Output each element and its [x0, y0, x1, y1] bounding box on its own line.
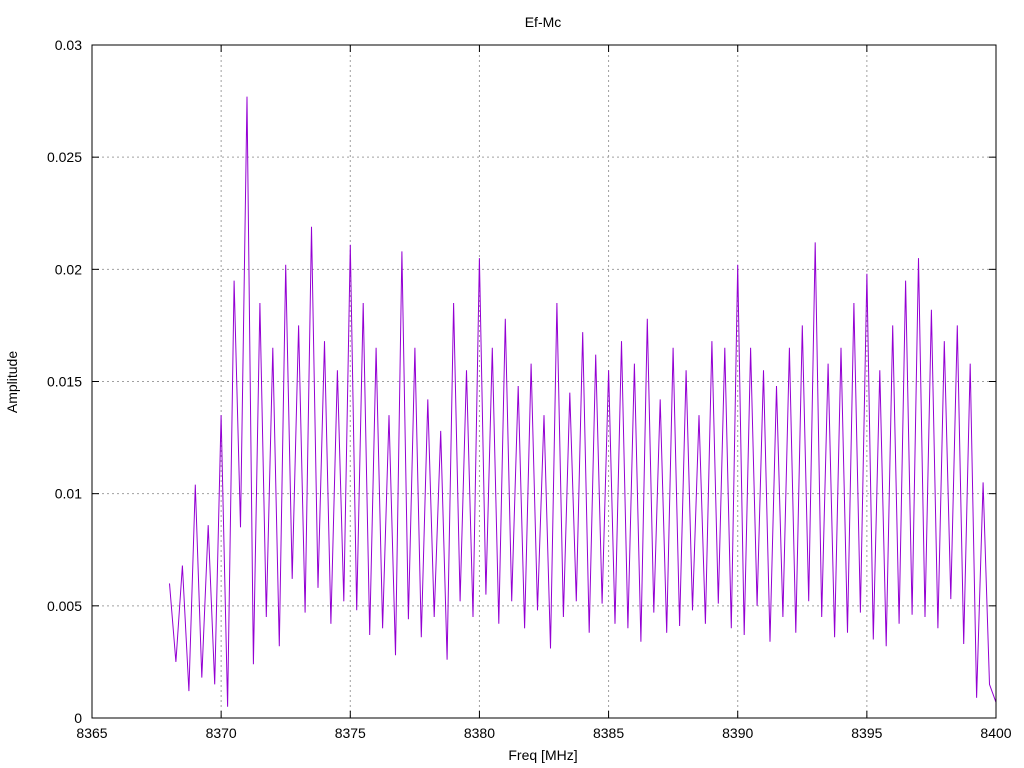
y-tick-label: 0.025	[47, 149, 82, 165]
x-tick-label: 8400	[980, 725, 1011, 741]
chart-svg: 8365 8370 8375 8380 8385 8390 8395 8400 0 0.005 0.…	[4, 14, 1012, 763]
y-tick-label: 0.015	[47, 374, 82, 390]
y-axis-label: Amplitude	[4, 351, 20, 413]
y-tick-label: 0.005	[47, 598, 82, 614]
x-tick-label: 8385	[593, 725, 624, 741]
x-tick-label: 8370	[206, 725, 237, 741]
x-tick-label: 8380	[464, 725, 495, 741]
y-tick-label: 0	[74, 710, 82, 726]
y-tick-label: 0.01	[55, 486, 82, 502]
chart-container: 8365 8370 8375 8380 8385 8390 8395 8400 0 0.005 0.…	[0, 0, 1024, 768]
series-layer	[169, 96, 997, 707]
y-tick-label: 0.02	[55, 261, 82, 277]
grid	[92, 45, 996, 718]
x-axis-label: Freq [MHz]	[508, 747, 577, 763]
x-tick-label: 8390	[722, 725, 753, 741]
x-tick-label: 8395	[851, 725, 882, 741]
chart-title: Ef-Mc	[525, 14, 562, 30]
series-line	[169, 96, 997, 707]
x-tick-label: 8365	[76, 725, 107, 741]
y-tick-label: 0.03	[55, 37, 82, 53]
x-tick-label: 8375	[335, 725, 366, 741]
